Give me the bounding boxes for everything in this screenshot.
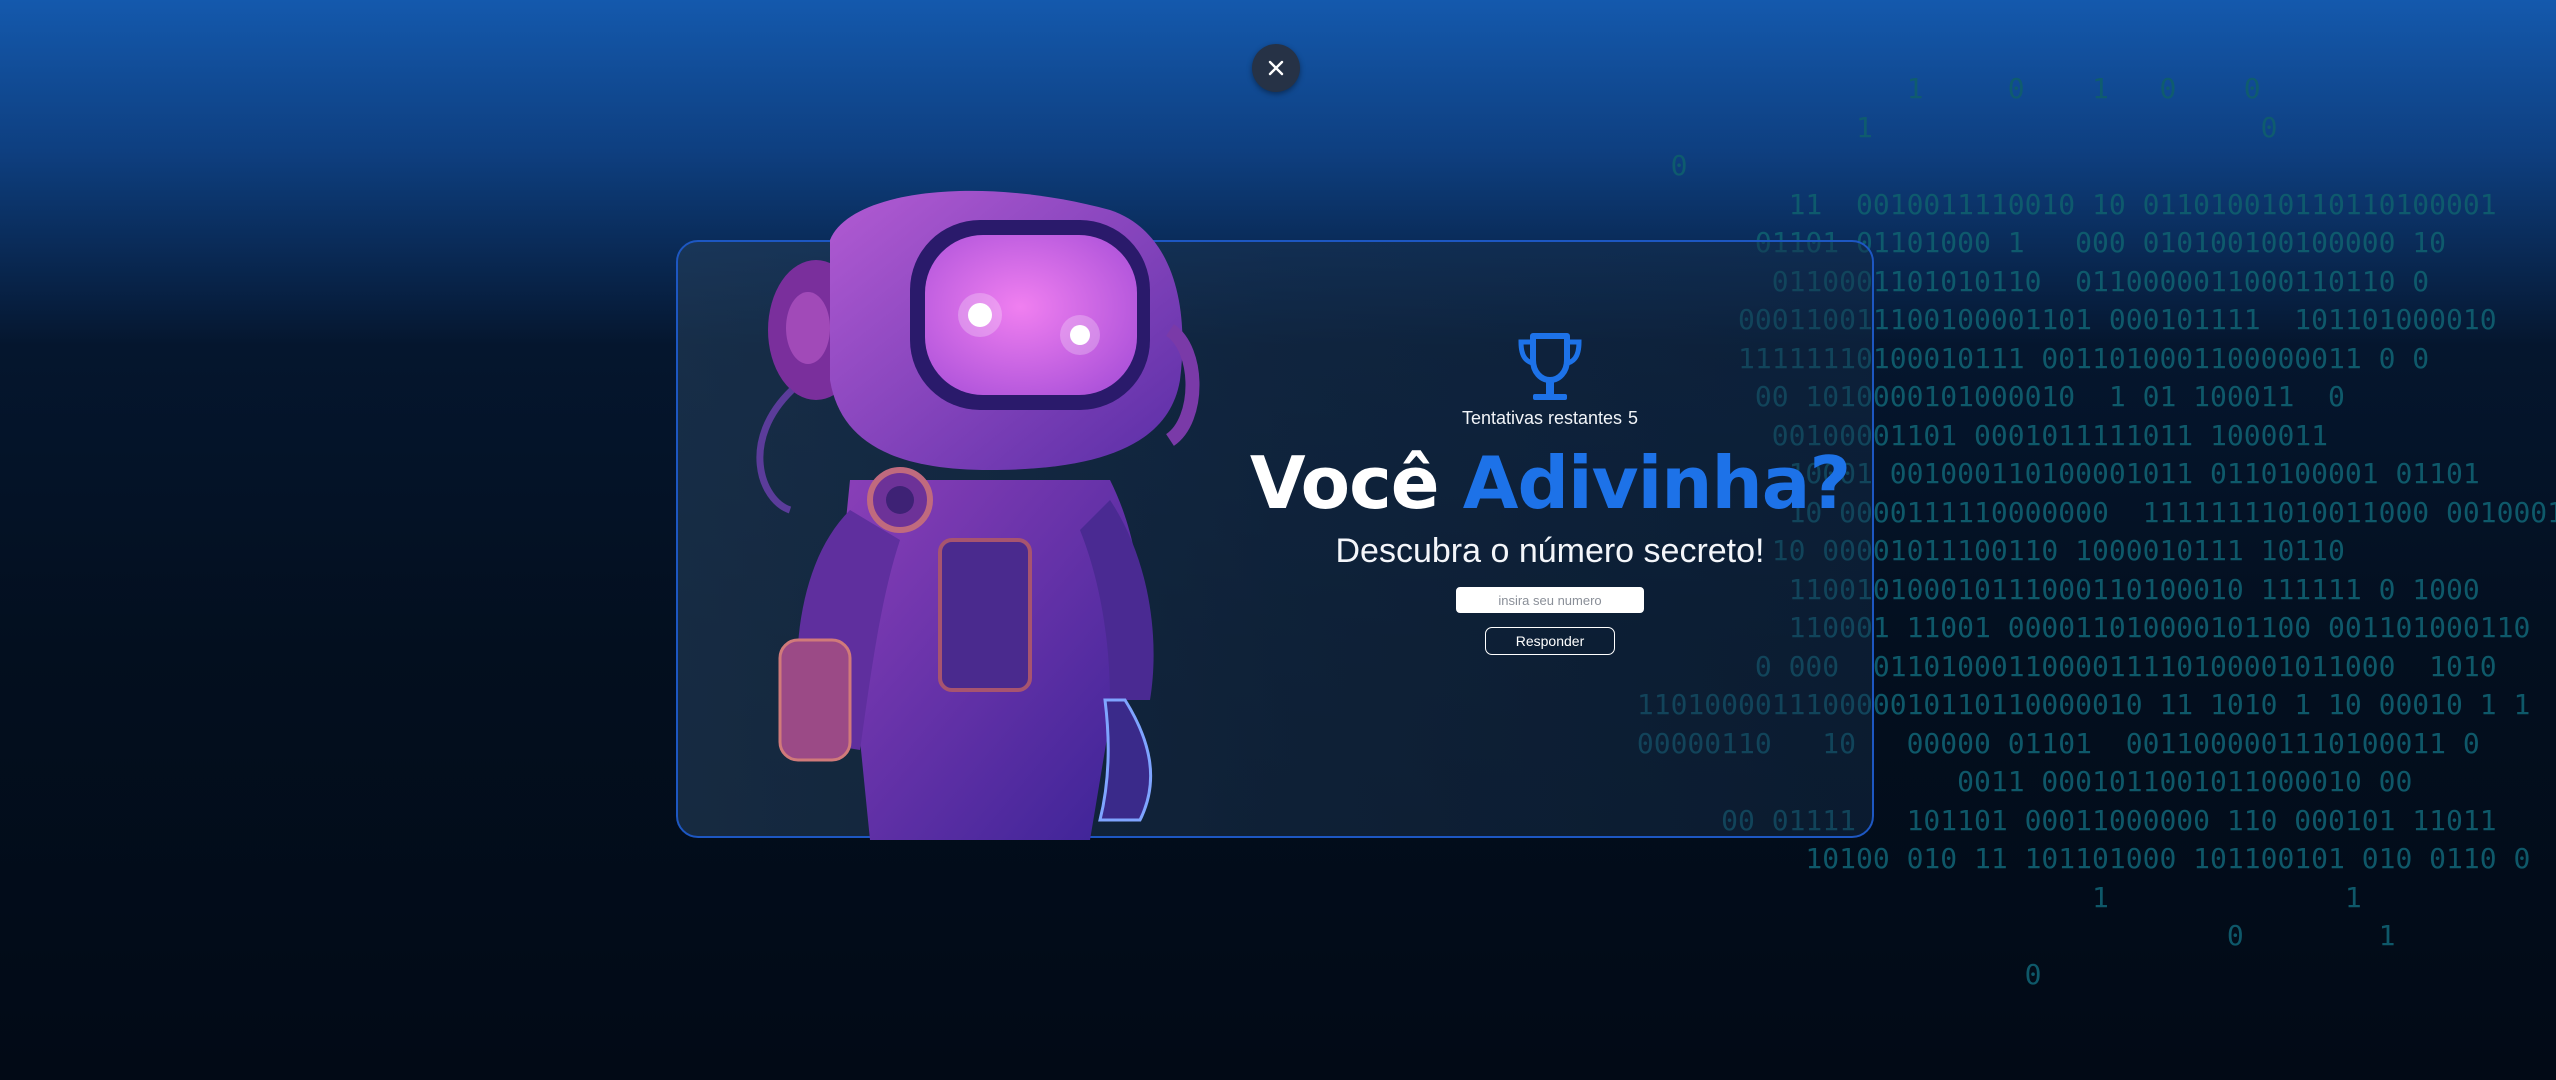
attempts-remaining: Tentativas restantes 5 [1462,408,1638,429]
subtitle: Descubra o número secreto! [1335,532,1765,570]
page-title: Você Adivinha? [1249,439,1851,527]
close-icon [1268,60,1284,76]
submit-button[interactable]: Responder [1485,627,1615,655]
attempts-label: Tentativas restantes [1461,408,1623,428]
title-accent: Adivinha? [1462,441,1851,525]
astronaut-illustration [756,190,1200,840]
game-panel: Tentativas restantes 5 Você Adivinha? De… [1249,330,1851,655]
attempts-count: 5 [1628,408,1639,428]
trophy-icon [1518,333,1582,400]
close-button[interactable] [1252,44,1300,92]
title-primary: Você [1249,441,1440,525]
guess-input[interactable] [1456,587,1644,613]
